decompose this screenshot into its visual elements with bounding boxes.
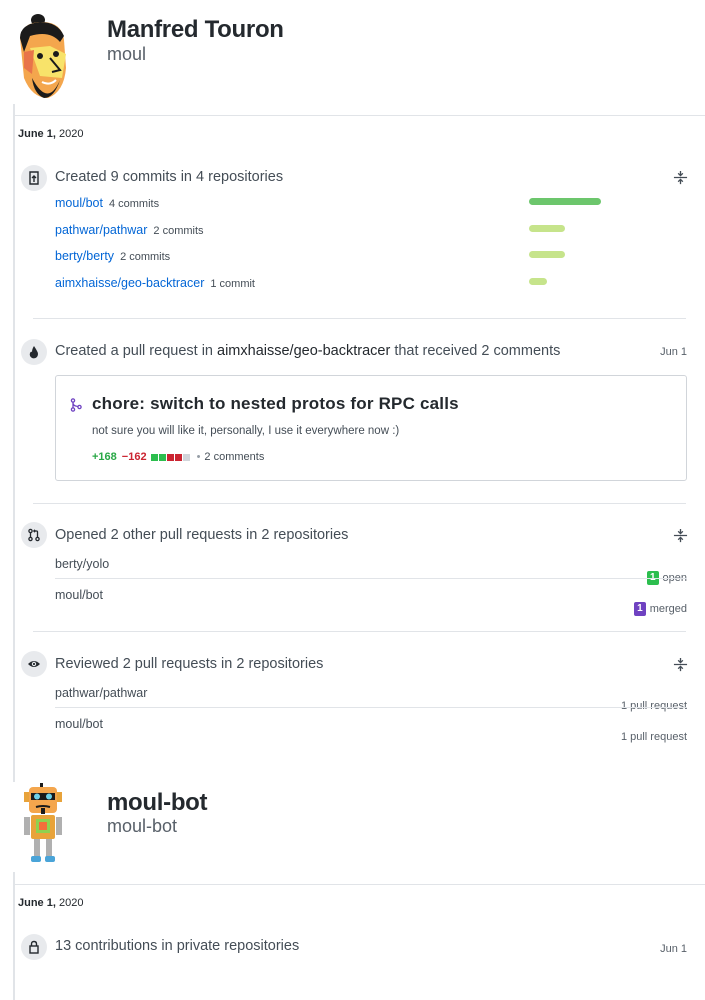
fold-icon[interactable] [673, 170, 688, 185]
pr-meta: +168 −162 • 2 comments [92, 451, 264, 463]
diffstat-block [174, 453, 182, 461]
profile-username: moul-bot [107, 816, 178, 836]
git-pull-request-icon [28, 528, 40, 542]
commit-count-link[interactable]: 4 commits [109, 198, 159, 210]
fold-icon[interactable] [673, 657, 688, 672]
contribution-date: June 1, 2020 [18, 128, 83, 140]
commit-repo-row: aimxhaisse/geo-backtracer 1 commit [55, 276, 255, 290]
section-divider [15, 115, 705, 116]
repo-name[interactable]: pathwar/pathwar [55, 686, 147, 700]
repo-push-icon [29, 171, 39, 185]
review-count: 1 pull request [620, 731, 687, 743]
commit-count-link[interactable]: 2 commits [153, 225, 203, 237]
diffstat-block [182, 453, 190, 461]
profile-username: moul [107, 44, 147, 64]
repo-name[interactable]: moul/bot [55, 717, 103, 731]
profile-header-user1: Manfred Touron moul [0, 0, 705, 110]
avatar-moul-bot[interactable] [20, 783, 66, 865]
repo-name[interactable]: moul/bot [55, 588, 103, 602]
pr-deletions: −162 [121, 451, 147, 463]
fold-icon[interactable] [673, 528, 688, 543]
private-contrib-badge [21, 934, 47, 960]
row-divider [55, 707, 687, 708]
event-divider [33, 631, 686, 632]
pull-request-card: chore: switch to nested protos for RPC c… [55, 375, 687, 481]
profile-display-name: moul-bot [107, 789, 208, 816]
commit-repo-row: berty/berty 2 commits [55, 249, 170, 263]
commit-repo-row: moul/bot 4 commits [55, 196, 159, 210]
event-divider [33, 318, 686, 319]
pr-status: 1 merged [634, 602, 687, 616]
repo-link[interactable]: berty/berty [55, 249, 114, 263]
reviewed-pr-row[interactable]: pathwar/pathwar 1 pull request [55, 686, 687, 712]
repo-link[interactable]: moul/bot [55, 196, 103, 210]
pr-event-badge [21, 339, 47, 365]
pr-body-text: not sure you will like it, personally, I… [92, 425, 400, 437]
date-bold: June 1, [18, 128, 56, 140]
flame-icon [29, 346, 38, 359]
pr-event-repo-link[interactable]: aimxhaisse/geo-backtracer [217, 343, 390, 359]
commits-event-title: Created 9 commits in 4 repositories [55, 169, 284, 185]
pr-comments-count[interactable]: 2 comments [204, 451, 264, 463]
timeline-line [13, 872, 15, 1000]
date-year: 2020 [55, 128, 84, 140]
lock-icon [29, 940, 39, 954]
opened-pr-row[interactable]: berty/yolo 1 open [55, 557, 687, 585]
diffstat-blocks [150, 453, 191, 461]
repo-name[interactable]: berty/yolo [55, 557, 109, 571]
pull-request-icon [70, 398, 82, 412]
eye-icon [28, 661, 40, 667]
section-divider [15, 884, 705, 885]
event-divider [33, 503, 686, 504]
opened-prs-title: Opened 2 other pull requests in 2 reposi… [55, 527, 349, 543]
pr-status-label: merged [649, 603, 687, 615]
commit-progress-bar [529, 225, 565, 232]
reviewed-pr-row[interactable]: moul/bot 1 pull request [55, 717, 687, 743]
opened-prs-badge [21, 522, 47, 548]
contribution-date: June 1, 2020 [18, 897, 83, 909]
opened-pr-row[interactable]: moul/bot 1 merged [55, 588, 687, 616]
private-contrib-title: 13 contributions in private repositories [55, 938, 300, 954]
pr-event-title-suffix: that received 2 comments [390, 343, 561, 359]
pr-event-title-prefix: Created a pull request in [55, 343, 218, 359]
meta-separator: • [196, 451, 201, 463]
diffstat-block [150, 453, 158, 461]
pr-event-title: Created a pull request in aimxhaisse/geo… [55, 343, 560, 359]
diffstat-block [166, 453, 174, 461]
commit-progress-bar [529, 278, 547, 285]
review-count: 1 pull request [620, 700, 687, 712]
row-divider [55, 578, 687, 579]
timeline-line [13, 104, 15, 782]
date-year: 2020 [55, 897, 84, 909]
pr-additions: +168 [92, 451, 117, 463]
pr-count-box: 1 [634, 602, 646, 616]
avatar-manfred[interactable] [10, 8, 74, 108]
commits-event-badge [21, 165, 47, 191]
reviewed-prs-title: Reviewed 2 pull requests in 2 repositori… [55, 656, 324, 672]
commit-count-link[interactable]: 1 commit [210, 278, 255, 290]
commit-progress-bar [529, 251, 565, 258]
private-contrib-date: Jun 1 [660, 943, 687, 955]
repo-link[interactable]: pathwar/pathwar [55, 223, 147, 237]
date-bold: June 1, [18, 897, 56, 909]
repo-link[interactable]: aimxhaisse/geo-backtracer [55, 276, 204, 290]
pr-event-date: Jun 1 [660, 346, 687, 358]
reviewed-prs-badge [21, 651, 47, 677]
pr-title-link[interactable]: chore: switch to nested protos for RPC c… [92, 394, 459, 414]
commit-repo-row: pathwar/pathwar 2 commits [55, 223, 204, 237]
commit-count-link[interactable]: 2 commits [120, 251, 170, 263]
diffstat-block [158, 453, 166, 461]
profile-header-user2: moul-bot moul-bot [0, 775, 705, 885]
profile-display-name: Manfred Touron [107, 16, 284, 43]
commit-progress-bar [529, 198, 601, 205]
